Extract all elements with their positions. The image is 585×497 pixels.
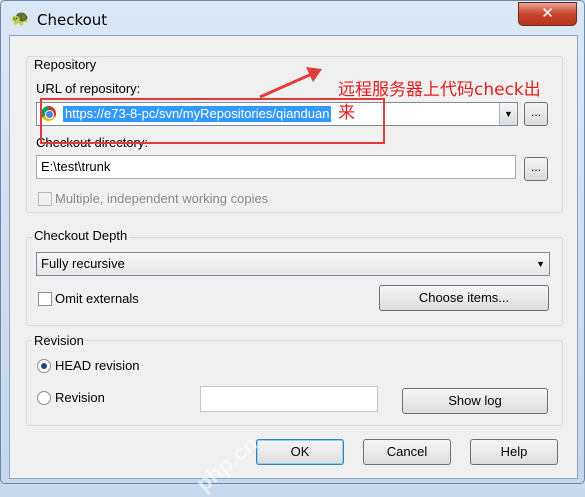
checkout-depth-select[interactable]: Fully recursive ▼ — [36, 252, 550, 276]
revision-radio[interactable] — [37, 391, 51, 405]
head-revision-radio[interactable] — [37, 359, 51, 373]
checkout-dialog: 🐢 Checkout ✕ Repository URL of repositor… — [0, 0, 585, 496]
choose-items-button[interactable]: Choose items... — [379, 285, 549, 311]
annotation-arrow-icon — [259, 67, 322, 99]
browse-directory-button[interactable]: ... — [524, 157, 548, 181]
checkout-depth-group-label: Checkout Depth — [32, 228, 130, 243]
window-title: Checkout — [37, 11, 108, 29]
cancel-button[interactable]: Cancel — [363, 439, 451, 465]
title-bar[interactable]: 🐢 Checkout ✕ — [1, 1, 584, 35]
revision-label: Revision — [55, 390, 105, 405]
multiple-working-copies-label: Multiple, independent working copies — [55, 191, 269, 206]
chevron-down-icon: ▼ — [536, 259, 545, 269]
omit-externals-label: Omit externals — [55, 291, 139, 306]
chevron-down-icon[interactable]: ▼ — [499, 103, 517, 125]
checkout-depth-group — [26, 237, 563, 326]
revision-group-label: Revision — [32, 333, 86, 348]
browse-url-button[interactable]: ... — [524, 102, 548, 126]
checkout-directory-input[interactable]: E:\test\trunk — [36, 155, 516, 179]
omit-externals-checkbox[interactable] — [38, 292, 52, 306]
annotation-text-line1: 远程服务器上代码check出 — [338, 80, 541, 100]
close-button[interactable]: ✕ — [518, 2, 577, 26]
tortoise-svn-icon: 🐢 — [11, 10, 30, 27]
checkout-depth-value: Fully recursive — [41, 256, 125, 271]
annotation-text-line2: 来 — [338, 103, 355, 123]
checkout-directory-value: E:\test\trunk — [41, 159, 111, 174]
repository-group-label: Repository — [32, 57, 99, 72]
url-of-repository-label: URL of repository: — [36, 81, 141, 96]
annotation-highlight-box — [40, 98, 385, 144]
help-button[interactable]: Help — [470, 439, 558, 465]
head-revision-label: HEAD revision — [55, 358, 140, 373]
ok-button[interactable]: OK — [256, 439, 344, 465]
multiple-working-copies-checkbox[interactable] — [38, 192, 52, 206]
revision-number-input[interactable] — [200, 386, 378, 412]
show-log-button[interactable]: Show log — [402, 388, 548, 414]
